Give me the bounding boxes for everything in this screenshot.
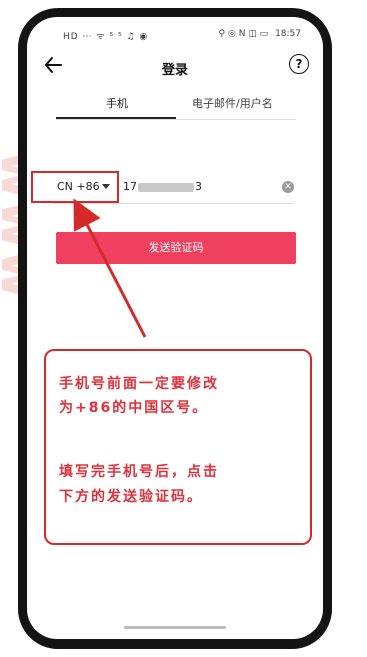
tab-divider bbox=[56, 119, 296, 120]
redacted-digits bbox=[138, 182, 194, 192]
phone-screen: HD ⋯ ᯤ ⁵ ⁵ ♫ ◉ ⚲ ◎ N ◫ ▭ 18:57 登录 ? 手机 电… bbox=[27, 17, 323, 639]
tab-phone[interactable]: 手机 bbox=[106, 95, 128, 111]
send-code-button[interactable]: 发送验证码 bbox=[56, 232, 296, 264]
top-nav: 登录 ? bbox=[27, 49, 323, 85]
country-code-highlight-box bbox=[31, 171, 119, 203]
phone-number-suffix: 3 bbox=[195, 180, 202, 193]
status-right-indicators: ⚲ ◎ N ◫ ▭ bbox=[218, 29, 269, 39]
home-indicator bbox=[124, 626, 226, 629]
page-title: 登录 bbox=[161, 63, 188, 78]
status-bar: HD ⋯ ᯤ ⁵ ⁵ ♫ ◉ ⚲ ◎ N ◫ ▭ 18:57 bbox=[27, 17, 323, 47]
status-right-icons: ⚲ ◎ N ◫ ▭ 18:57 bbox=[219, 29, 301, 39]
status-time: 18:57 bbox=[275, 29, 301, 39]
clear-input-icon[interactable]: ✕ bbox=[282, 181, 294, 193]
login-tabs: 手机 电子邮件/用户名 bbox=[27, 95, 323, 121]
phone-number-field[interactable]: 17 3 bbox=[123, 180, 202, 193]
annotation-line-2: 为+86的中国区号。 bbox=[59, 400, 209, 416]
tab-email-username[interactable]: 电子邮件/用户名 bbox=[192, 95, 273, 111]
annotation-line-3: 填写完手机号后，点击 bbox=[59, 464, 219, 480]
status-left-icons: HD ⋯ ᯤ ⁵ ⁵ ♫ ◉ bbox=[63, 32, 149, 42]
help-icon[interactable]: ? bbox=[289, 54, 309, 74]
input-underline bbox=[54, 203, 294, 204]
annotation-line-4: 下方的发送验证码。 bbox=[59, 489, 203, 505]
annotation-callout: 手机号前面一定要修改 为+86的中国区号。 填写完手机号后，点击 下方的发送验证… bbox=[44, 349, 312, 545]
annotation-line-1: 手机号前面一定要修改 bbox=[59, 376, 219, 392]
phone-number-prefix: 17 bbox=[123, 180, 137, 193]
